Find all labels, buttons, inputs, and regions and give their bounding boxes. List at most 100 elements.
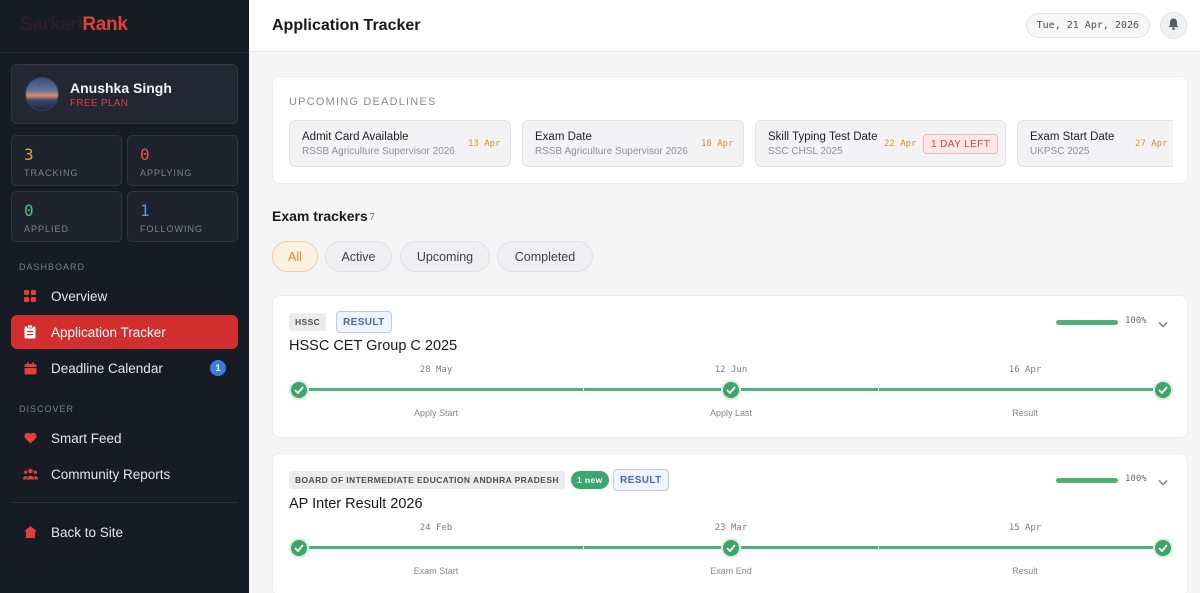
- section-label-dashboard: DASHBOARD: [19, 262, 86, 272]
- timeline-step-end: [1153, 380, 1173, 400]
- deadline-exam: UKPSC 2025: [1030, 146, 1090, 157]
- stat-value: 0: [140, 145, 150, 164]
- deadline-date: 13 Apr: [468, 139, 501, 149]
- deadline-date: 27 Apr: [1135, 139, 1168, 149]
- profile-plan: FREE PLAN: [70, 98, 129, 109]
- filter-all[interactable]: All: [272, 241, 318, 272]
- timeline-segment-divider: [878, 545, 879, 550]
- chevron-down-icon: [1158, 315, 1168, 332]
- sidebar-item-back-to-site[interactable]: Back to Site: [11, 515, 238, 549]
- exam-timeline: 28 May 12 Jun 16 Apr Apply Start Apply L…: [289, 360, 1173, 426]
- chevron-down-icon: [1158, 473, 1168, 490]
- check-icon: [726, 539, 736, 557]
- timeline-step-end: [1153, 538, 1173, 558]
- brand-logo[interactable]: SarkariRank: [20, 14, 128, 36]
- deadline-card[interactable]: Skill Typing Test Date SSC CHSL 2025 22 …: [755, 120, 1006, 167]
- date-display: Tue, 21 Apr, 2026: [1025, 13, 1150, 38]
- grid-icon: [22, 288, 38, 304]
- expand-button[interactable]: [1158, 315, 1168, 333]
- stat-label: TRACKING: [24, 168, 79, 178]
- profile-card[interactable]: Anushka Singh FREE PLAN: [11, 64, 238, 124]
- brand-name: Rank: [82, 14, 128, 35]
- sidebar-item-label: Deadline Calendar: [51, 360, 163, 376]
- deadline-date: 22 Apr: [884, 139, 917, 149]
- deadline-card[interactable]: Exam Date RSSB Agriculture Supervisor 20…: [522, 120, 744, 167]
- filter-active[interactable]: Active: [325, 241, 392, 272]
- top-header: Application Tracker Tue, 21 Apr, 2026: [249, 0, 1200, 52]
- check-icon: [294, 539, 304, 557]
- stat-applying[interactable]: 0 APPLYING: [127, 135, 238, 186]
- stat-value: 1: [140, 201, 150, 220]
- timeline-date: 23 Mar: [714, 523, 748, 533]
- check-icon: [1158, 539, 1168, 557]
- deadline-title: Admit Card Available: [302, 131, 409, 143]
- timeline-step-start: [289, 380, 309, 400]
- new-updates-badge: 1 new: [571, 471, 609, 489]
- deadlines-carousel[interactable]: Admit Card Available RSSB Agriculture Su…: [289, 120, 1173, 168]
- timeline-label: Apply Last: [709, 408, 753, 418]
- exam-tracker-card[interactable]: BOARD OF INTERMEDIATE EDUCATION ANDHRA P…: [272, 453, 1188, 593]
- stat-following[interactable]: 1 FOLLOWING: [127, 191, 238, 242]
- sidebar-item-overview[interactable]: Overview: [11, 279, 238, 313]
- section-title: UPCOMING DEADLINES: [289, 96, 437, 108]
- sidebar-item-community-reports[interactable]: Community Reports: [11, 457, 238, 491]
- stat-value: 0: [24, 201, 34, 220]
- brand-prefix: Sarkari: [20, 14, 83, 35]
- stat-label: APPLYING: [140, 168, 193, 178]
- sidebar-item-application-tracker[interactable]: Application Tracker: [11, 315, 238, 349]
- timeline-date: 24 Feb: [419, 523, 453, 533]
- filter-upcoming[interactable]: Upcoming: [400, 241, 490, 272]
- calendar-icon: [22, 360, 38, 376]
- progress-bar: [1056, 478, 1118, 483]
- status-badge: RESULT: [613, 469, 669, 491]
- org-tag: BOARD OF INTERMEDIATE EDUCATION ANDHRA P…: [289, 471, 565, 489]
- stat-label: APPLIED: [24, 224, 70, 234]
- sidebar-item-label: Application Tracker: [51, 324, 166, 340]
- timeline-label: Result: [1012, 566, 1038, 576]
- stat-value: 3: [24, 145, 34, 164]
- progress-bar: [1056, 320, 1118, 325]
- days-left-badge: 1 DAY LEFT: [923, 134, 999, 154]
- deadline-card[interactable]: Exam Start Date UKPSC 2025 27 Apr: [1017, 120, 1173, 167]
- timeline-date: 28 May: [419, 365, 453, 375]
- deadline-title: Exam Date: [535, 131, 592, 143]
- users-icon: [22, 466, 38, 482]
- timeline-segment-divider: [583, 387, 584, 392]
- timeline-segment-divider: [878, 387, 879, 392]
- page-title: Application Tracker: [272, 17, 421, 34]
- section-title: Exam trackers: [272, 208, 368, 224]
- upcoming-deadlines-panel: UPCOMING DEADLINES Admit Card Available …: [272, 76, 1188, 184]
- check-icon: [726, 381, 736, 399]
- sidebar-divider: [11, 502, 238, 503]
- exam-timeline: 24 Feb 23 Mar 15 Apr Exam Start Exam End…: [289, 518, 1173, 584]
- status-badge: RESULT: [336, 311, 392, 333]
- deadline-title: Exam Start Date: [1030, 131, 1115, 143]
- timeline-label: Apply Start: [413, 408, 459, 418]
- timeline-label: Result: [1012, 408, 1038, 418]
- filter-completed[interactable]: Completed: [497, 241, 593, 272]
- tracker-count: 7: [369, 212, 376, 223]
- notifications-button[interactable]: [1160, 12, 1187, 39]
- notification-badge: 1: [210, 360, 226, 376]
- timeline-step: [721, 380, 741, 400]
- exam-tracker-card[interactable]: HSSC RESULT HSSC CET Group C 2025 100% 2…: [272, 295, 1188, 438]
- deadline-date: 18 Apr: [701, 139, 734, 149]
- stat-tracking[interactable]: 3 TRACKING: [11, 135, 122, 186]
- sidebar-item-label: Smart Feed: [51, 430, 122, 446]
- sidebar-item-deadline-calendar[interactable]: Deadline Calendar 1: [11, 351, 238, 385]
- deadline-card[interactable]: Admit Card Available RSSB Agriculture Su…: [289, 120, 511, 167]
- bell-icon: [1168, 17, 1179, 35]
- progress-percent: 100%: [1125, 474, 1147, 484]
- heart-icon: [22, 430, 38, 446]
- profile-name: Anushka Singh: [70, 80, 172, 96]
- section-label-discover: DISCOVER: [19, 404, 75, 414]
- deadline-exam: RSSB Agriculture Supervisor 2026: [302, 146, 455, 157]
- stat-applied[interactable]: 0 APPLIED: [11, 191, 122, 242]
- sidebar-item-smart-feed[interactable]: Smart Feed: [11, 421, 238, 455]
- timeline-step: [721, 538, 741, 558]
- timeline-label: Exam Start: [413, 566, 459, 576]
- deadline-title: Skill Typing Test Date: [768, 131, 878, 143]
- sidebar-divider: [0, 52, 249, 53]
- expand-button[interactable]: [1158, 473, 1168, 491]
- timeline-label: Exam End: [710, 566, 752, 576]
